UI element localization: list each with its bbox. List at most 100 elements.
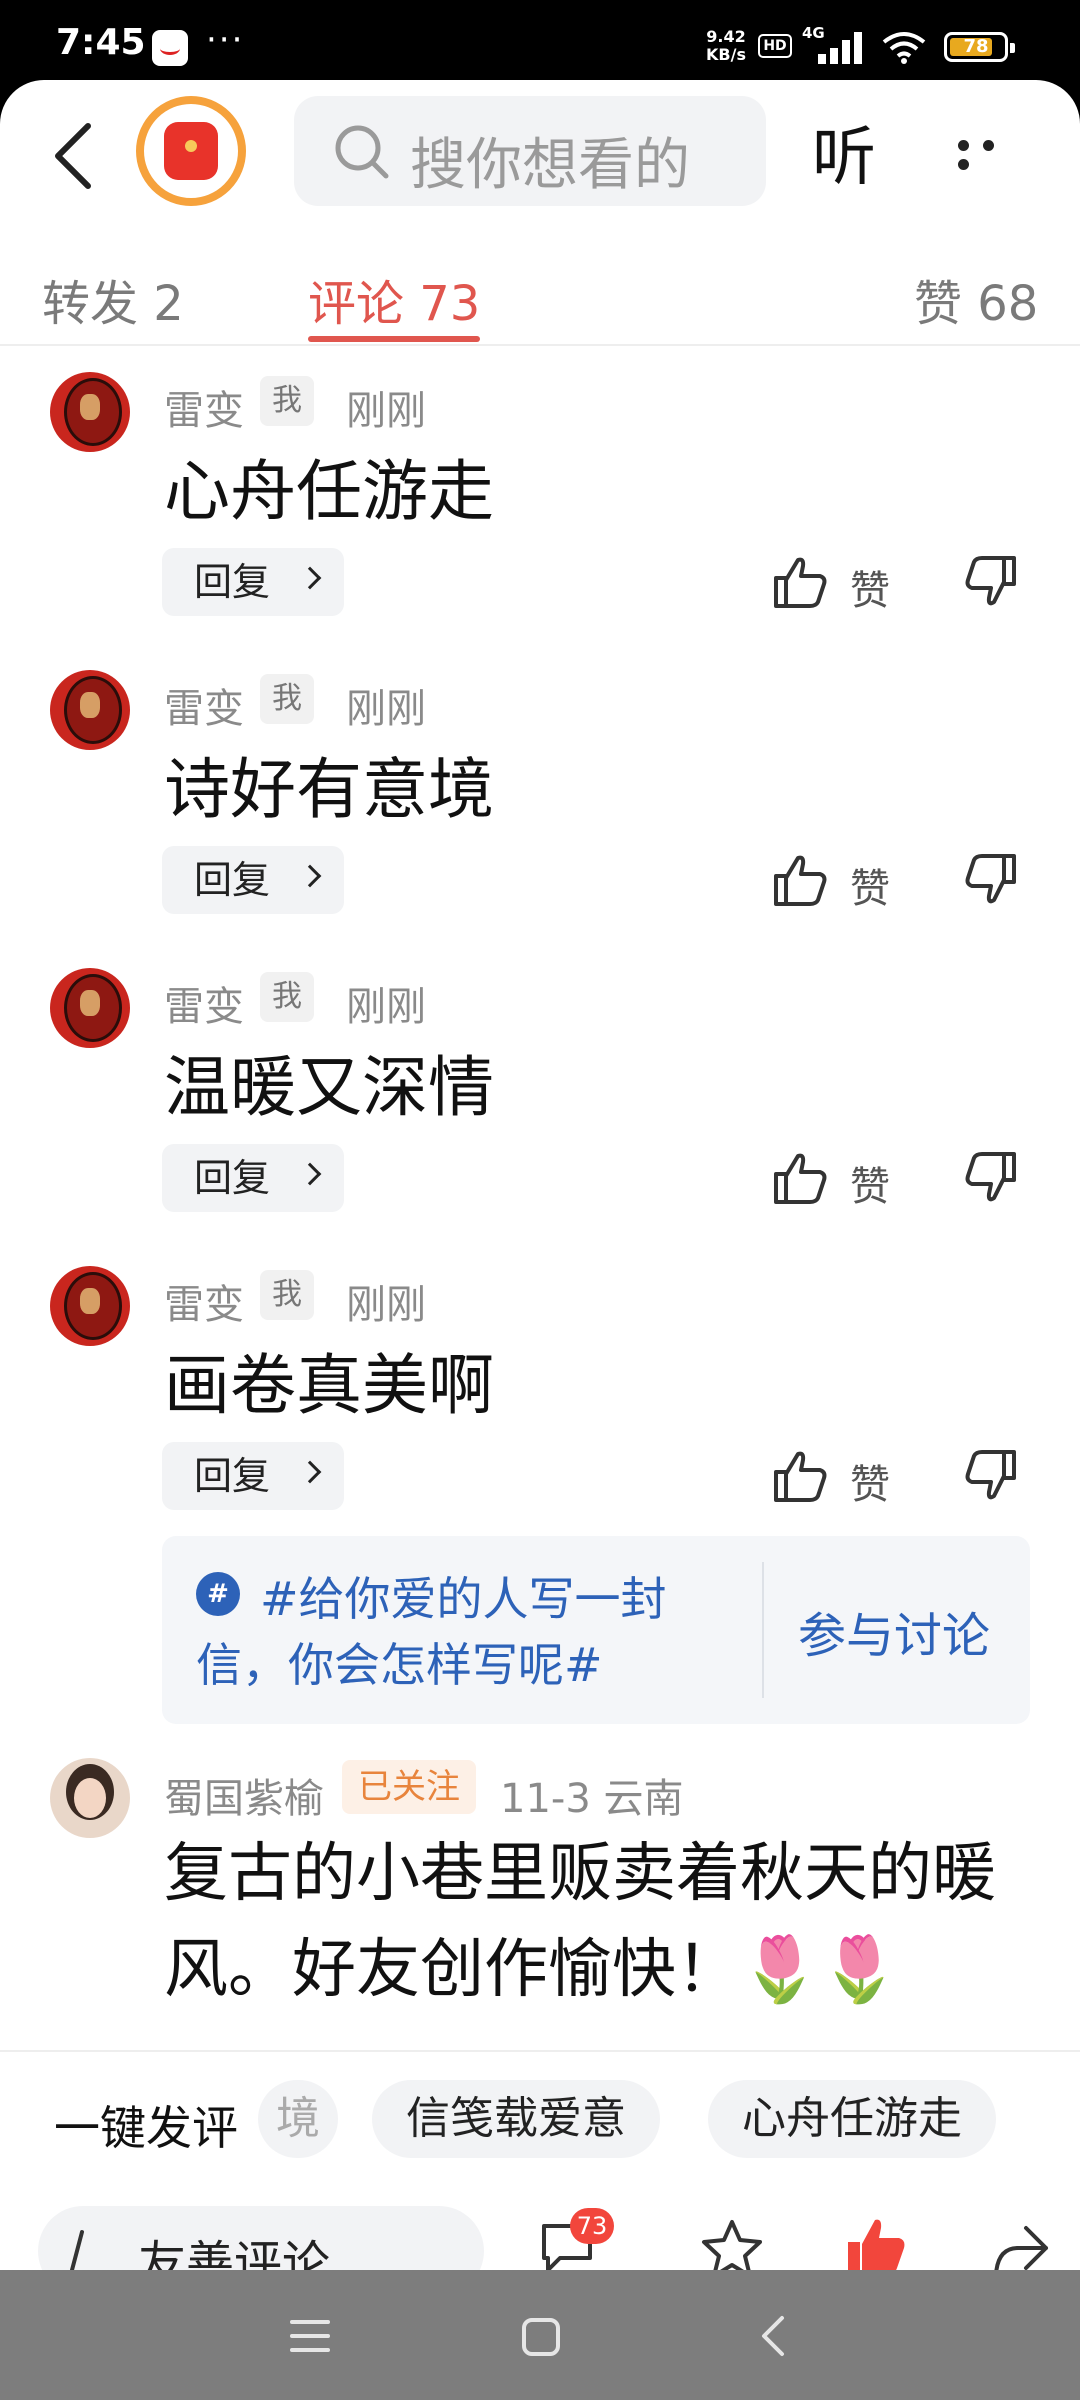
chevron-right-icon — [298, 1162, 322, 1186]
reply-label: 回复 — [194, 1454, 271, 1498]
comment-text[interactable]: 诗好有意境 — [164, 736, 494, 832]
avatar[interactable] — [50, 372, 130, 452]
comment-username[interactable]: 雷变 — [164, 974, 244, 1032]
thumbs-up-icon[interactable] — [770, 852, 830, 908]
comment-username[interactable]: 雷变 — [164, 378, 244, 436]
pen-icon — [70, 2230, 84, 2270]
search-icon — [335, 125, 389, 179]
comment-time: 刚刚 — [346, 388, 426, 434]
avatar[interactable] — [50, 1758, 130, 1838]
topic-card[interactable]: # #给你爱的人写一封信，你会怎样写呢# 参与讨论 — [162, 1536, 1030, 1724]
topic-text[interactable]: #给你爱的人写一封信，你会怎样写呢# — [196, 1566, 716, 1698]
battery-tip — [1010, 43, 1015, 53]
star-icon[interactable] — [700, 2218, 764, 2270]
reply-button[interactable]: 回复 — [162, 1442, 344, 1510]
active-tab-indicator — [308, 336, 480, 342]
quick-reply-title: 一键发评 — [54, 2101, 238, 2155]
comment-text[interactable]: 画卷真美啊 — [164, 1332, 494, 1428]
quick-reply-chip[interactable]: 境 — [258, 2080, 338, 2158]
comment-meta: 11-3 云南 — [500, 1776, 684, 1822]
chevron-right-icon — [298, 1460, 322, 1484]
join-discussion-button[interactable]: 参与讨论 — [798, 1596, 990, 1666]
following-badge: 已关注 — [342, 1760, 476, 1814]
red-envelope-icon — [164, 122, 218, 180]
like-label[interactable]: 赞 — [850, 1452, 890, 1510]
comment-input[interactable]: 友善评论 — [38, 2206, 484, 2270]
back-icon[interactable] — [40, 116, 110, 196]
thumbs-up-icon[interactable] — [770, 1150, 830, 1206]
quick-reply-chip[interactable]: 心舟任游走 — [708, 2080, 996, 2158]
share-icon[interactable] — [990, 2222, 1052, 2270]
avatar[interactable] — [50, 968, 130, 1048]
avatar[interactable] — [50, 1266, 130, 1346]
home-icon[interactable] — [520, 2316, 562, 2358]
system-nav-bar — [0, 2270, 1080, 2400]
network-speed: 9.42 KB/s — [706, 28, 746, 64]
comment-time: 刚刚 — [346, 686, 426, 732]
me-badge: 我 — [260, 674, 314, 724]
search-input[interactable]: 搜你想看的 — [294, 96, 766, 206]
me-badge: 我 — [260, 376, 314, 426]
comment-time: 刚刚 — [346, 984, 426, 1030]
hd-icon: HD — [758, 34, 792, 58]
top-bar: 搜你想看的 听 — [0, 80, 1080, 230]
bottom-action-bar: 友善评论 73 — [0, 2180, 1080, 2270]
chevron-right-icon — [298, 864, 322, 888]
quick-reply-chip[interactable]: 信笺载爱意 — [372, 2080, 660, 2158]
comment-count-badge: 73 — [570, 2208, 614, 2244]
speed-unit: KB/s — [706, 45, 746, 64]
reply-label: 回复 — [194, 560, 271, 604]
comment-username[interactable]: 雷变 — [164, 1272, 244, 1330]
search-placeholder: 搜你想看的 — [410, 133, 690, 198]
reply-label: 回复 — [194, 1156, 271, 1200]
reply-button[interactable]: 回复 — [162, 846, 344, 914]
wifi-icon — [882, 32, 926, 64]
thumbs-up-filled-icon[interactable] — [844, 2216, 908, 2270]
menu-icon[interactable] — [288, 2316, 332, 2356]
tab-reposts[interactable]: 转发 2 — [42, 264, 184, 334]
tab-bar: 转发 2 评论 73 赞 68 — [0, 250, 1080, 346]
thumbs-down-icon[interactable] — [964, 1448, 1020, 1504]
tab-comments[interactable]: 评论 73 — [308, 264, 480, 334]
comment-page: 搜你想看的 听 转发 2 评论 73 赞 68 雷变 我 刚刚 心舟任游走 回复… — [0, 80, 1080, 2270]
more-options-icon[interactable] — [958, 136, 1030, 170]
app-notification-icon — [152, 30, 188, 66]
comment-placeholder: 友善评论 — [138, 2236, 331, 2270]
reply-label: 回复 — [194, 858, 271, 902]
like-label[interactable]: 赞 — [850, 558, 890, 616]
listen-button[interactable]: 听 — [812, 106, 876, 198]
chevron-right-icon — [298, 566, 322, 590]
comment-item: 雷变 我 刚刚 心舟任游走 回复 赞 — [0, 348, 1080, 646]
comment-item: 雷变 我 刚刚 画卷真美啊 回复 赞 — [0, 1242, 1080, 1540]
comment-text[interactable]: 心舟任游走 — [164, 438, 494, 534]
thumbs-down-icon[interactable] — [964, 1150, 1020, 1206]
comment-item: 雷变 我 刚刚 诗好有意境 回复 赞 — [0, 646, 1080, 944]
reply-button[interactable]: 回复 — [162, 548, 344, 616]
comment-time: 刚刚 — [346, 1282, 426, 1328]
status-bar: 7:45 ··· 9.42 KB/s HD 4G 78 — [0, 0, 1080, 80]
signal-icon — [818, 32, 862, 64]
battery-percent: 78 — [963, 36, 989, 57]
me-badge: 我 — [260, 972, 314, 1022]
like-label[interactable]: 赞 — [850, 1154, 890, 1212]
comment-text[interactable]: 温暖又深情 — [164, 1034, 494, 1130]
me-badge: 我 — [260, 1270, 314, 1320]
comment-username[interactable]: 雷变 — [164, 676, 244, 734]
author-avatar[interactable] — [136, 96, 246, 206]
tab-likes[interactable]: 赞 68 — [914, 264, 1038, 334]
reply-button[interactable]: 回复 — [162, 1144, 344, 1212]
thumbs-down-icon[interactable] — [964, 852, 1020, 908]
quick-reply-bar: 一键发评 境 信笺载爱意 心舟任游走 — [0, 2050, 1080, 2180]
thumbs-up-icon[interactable] — [770, 554, 830, 610]
avatar[interactable] — [50, 670, 130, 750]
like-label[interactable]: 赞 — [850, 856, 890, 914]
comment-username[interactable]: 蜀国紫榆 — [164, 1766, 324, 1824]
back-nav-icon[interactable] — [756, 2314, 790, 2358]
thumbs-down-icon[interactable] — [964, 554, 1020, 610]
thumbs-up-icon[interactable] — [770, 1448, 830, 1504]
status-time: 7:45 — [56, 22, 146, 63]
battery-icon: 78 — [944, 32, 1015, 62]
divider — [762, 1562, 764, 1698]
comment-text[interactable]: 复古的小巷里贩卖着秋天的暖风。好友创作愉快！🌷🌷 — [164, 1826, 1044, 2018]
more-notifications-icon: ··· — [206, 20, 245, 60]
